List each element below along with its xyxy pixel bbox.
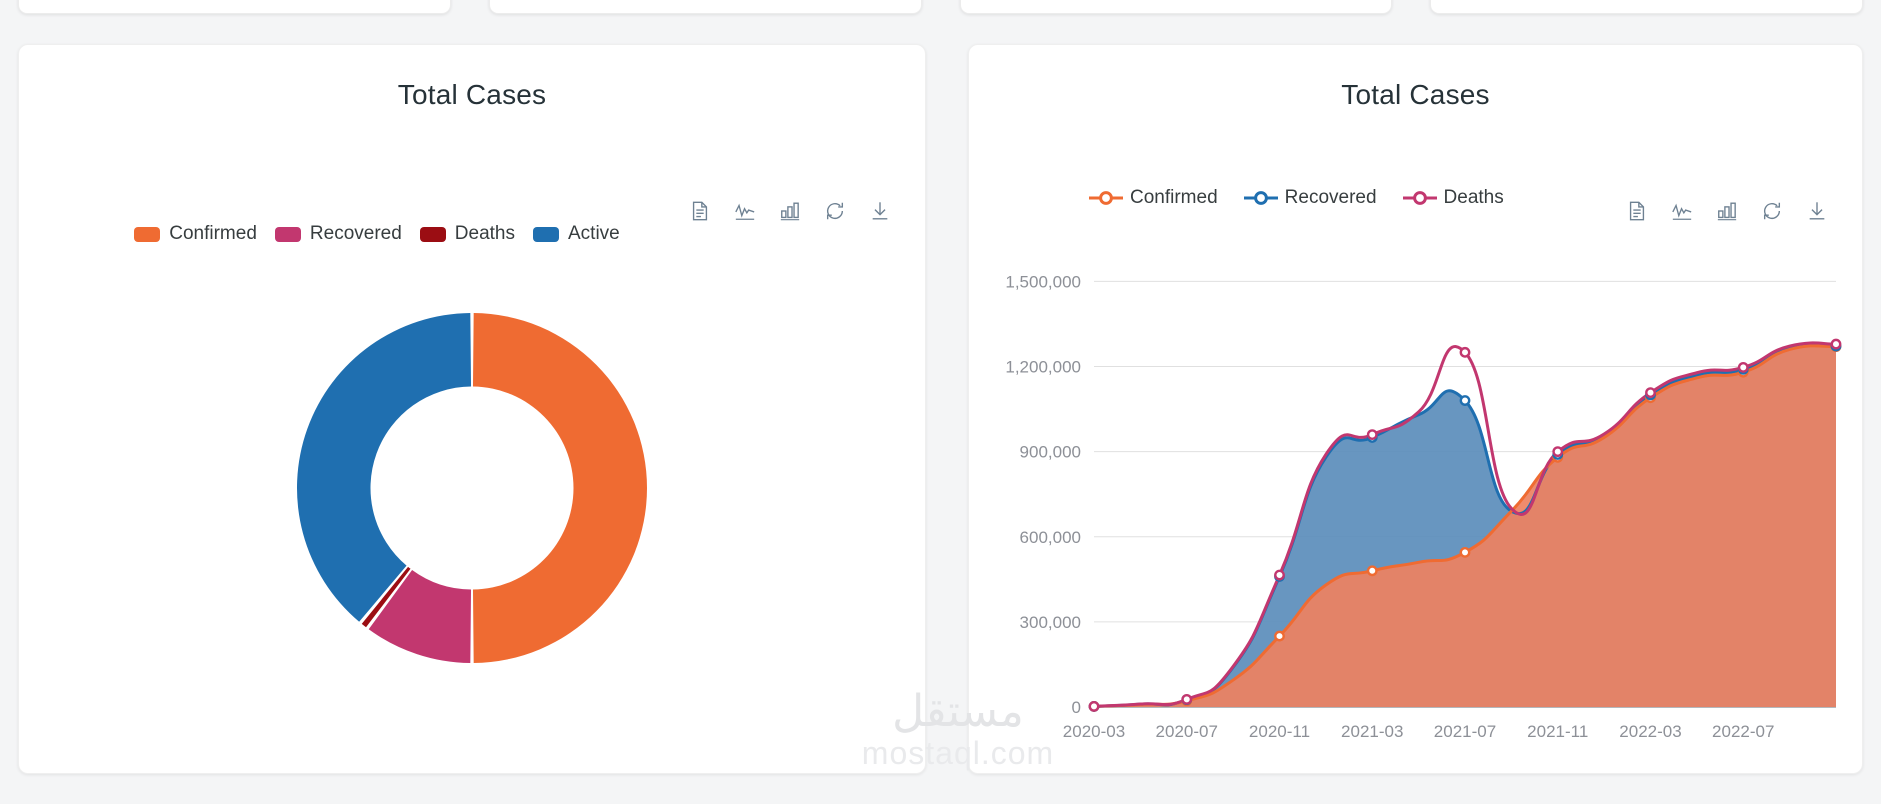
line-legend: Confirmed Recovered Deaths xyxy=(1089,187,1504,209)
legend-item-confirmed[interactable]: Confirmed xyxy=(134,223,257,245)
legend-marker-confirmed xyxy=(1089,189,1123,207)
data-point-deaths[interactable] xyxy=(1645,387,1656,399)
top-stat-card[interactable] xyxy=(488,0,922,14)
dashboard-page: Total Cases Confirmed Recovered Deaths A… xyxy=(0,0,1881,804)
legend-item-recovered[interactable]: Recovered xyxy=(1243,187,1377,209)
y-axis-tick-label: 1,500,000 xyxy=(1005,272,1081,291)
line-chart-card: Total Cases Confirmed Recovered Deaths 0… xyxy=(968,44,1863,774)
legend-item-active[interactable]: Active xyxy=(533,223,620,245)
charts-row: Total Cases Confirmed Recovered Deaths A… xyxy=(18,44,1863,774)
line-chart-plot: 0 300,000 600,000 900,000 1,200,000 1,500,000… xyxy=(969,235,1863,774)
reset-zoom-icon[interactable] xyxy=(824,200,846,222)
legend-item-deaths[interactable]: Deaths xyxy=(1402,187,1504,209)
top-stat-card[interactable] xyxy=(959,0,1393,14)
y-axis-tick-label: 900,000 xyxy=(1020,443,1081,462)
legend-swatch-deaths xyxy=(419,226,446,242)
data-point-deaths[interactable] xyxy=(1552,446,1564,458)
legend-label-confirmed: Confirmed xyxy=(1130,187,1218,208)
legend-marker-recovered xyxy=(1243,189,1278,207)
data-point-confirmed[interactable] xyxy=(1459,546,1471,558)
legend-item-confirmed[interactable]: Confirmed xyxy=(1089,187,1218,209)
legend-label-deaths: Deaths xyxy=(454,223,515,244)
legend-swatch-active xyxy=(533,226,559,242)
x-axis-tick-label: 2021-03 xyxy=(1341,722,1403,741)
line-chart-toolbar xyxy=(1626,200,1828,222)
y-axis-tick-label: 1,200,000 xyxy=(1005,358,1081,377)
download-icon[interactable] xyxy=(869,200,891,222)
legend-marker-deaths xyxy=(1402,189,1437,207)
data-point-deaths[interactable] xyxy=(1830,338,1842,350)
legend-item-deaths[interactable]: Deaths xyxy=(419,223,515,245)
line-chart-icon[interactable] xyxy=(734,200,756,222)
top-stat-card[interactable] xyxy=(1430,0,1863,14)
x-axis-tick-label: 2020-03 xyxy=(1063,722,1125,741)
data-point-deaths[interactable] xyxy=(1459,346,1471,358)
menu-document-icon[interactable] xyxy=(1626,200,1648,222)
data-point-deaths[interactable] xyxy=(1737,361,1749,373)
legend-item-recovered[interactable]: Recovered xyxy=(274,223,402,245)
donut-slice-active[interactable] xyxy=(297,313,472,622)
top-stat-card-strip xyxy=(0,0,1881,14)
legend-swatch-confirmed xyxy=(134,226,161,242)
y-axis-tick-label: 600,000 xyxy=(1020,528,1081,547)
legend-label-recovered: Recovered xyxy=(309,223,402,244)
data-point-deaths[interactable] xyxy=(1274,569,1285,581)
x-axis-tick-label: 2020-07 xyxy=(1156,722,1218,741)
menu-document-icon[interactable] xyxy=(689,200,711,222)
legend-label-deaths: Deaths xyxy=(1443,187,1504,208)
bar-chart-icon[interactable] xyxy=(1716,200,1738,222)
legend-swatch-recovered xyxy=(274,226,301,242)
top-stat-card[interactable] xyxy=(18,0,451,14)
download-icon[interactable] xyxy=(1806,200,1828,222)
data-point-recovered[interactable] xyxy=(1459,395,1471,406)
donut-slice-confirmed[interactable] xyxy=(472,313,647,663)
legend-label-confirmed: Confirmed xyxy=(169,223,257,244)
x-axis-tick-label: 2021-07 xyxy=(1434,722,1496,741)
area-chart-svg[interactable]: 0 300,000 600,000 900,000 1,200,000 1,500,000… xyxy=(969,235,1863,774)
legend-label-recovered: Recovered xyxy=(1284,187,1377,208)
legend-label-active: Active xyxy=(568,223,620,244)
x-axis-tick-label: 2021-11 xyxy=(1527,722,1588,741)
y-axis-tick-label: 0 xyxy=(1072,698,1081,717)
line-chart-icon[interactable] xyxy=(1671,200,1693,222)
line-chart-title: Total Cases xyxy=(1341,79,1490,110)
data-point-deaths[interactable] xyxy=(1181,693,1193,705)
donut-chart-card: Total Cases Confirmed Recovered Deaths A… xyxy=(18,44,926,774)
x-axis-tick-label: 2022-07 xyxy=(1712,722,1774,741)
data-point-deaths[interactable] xyxy=(1088,700,1100,712)
reset-zoom-icon[interactable] xyxy=(1761,200,1783,222)
y-axis-tick-label: 300,000 xyxy=(1020,613,1081,632)
data-point-confirmed[interactable] xyxy=(1274,630,1285,642)
donut-chart-plot xyxy=(19,273,925,703)
bar-chart-icon[interactable] xyxy=(779,200,801,222)
donut-chart-toolbar xyxy=(689,200,891,222)
donut-legend: Confirmed Recovered Deaths Active xyxy=(19,223,925,245)
donut-chart-title: Total Cases xyxy=(397,79,547,110)
donut-svg[interactable] xyxy=(257,273,687,703)
data-point-confirmed[interactable] xyxy=(1366,565,1378,577)
x-axis-tick-label: 2022-03 xyxy=(1619,722,1681,741)
data-point-deaths[interactable] xyxy=(1366,429,1378,441)
x-axis-tick-label: 2020-11 xyxy=(1249,722,1310,741)
